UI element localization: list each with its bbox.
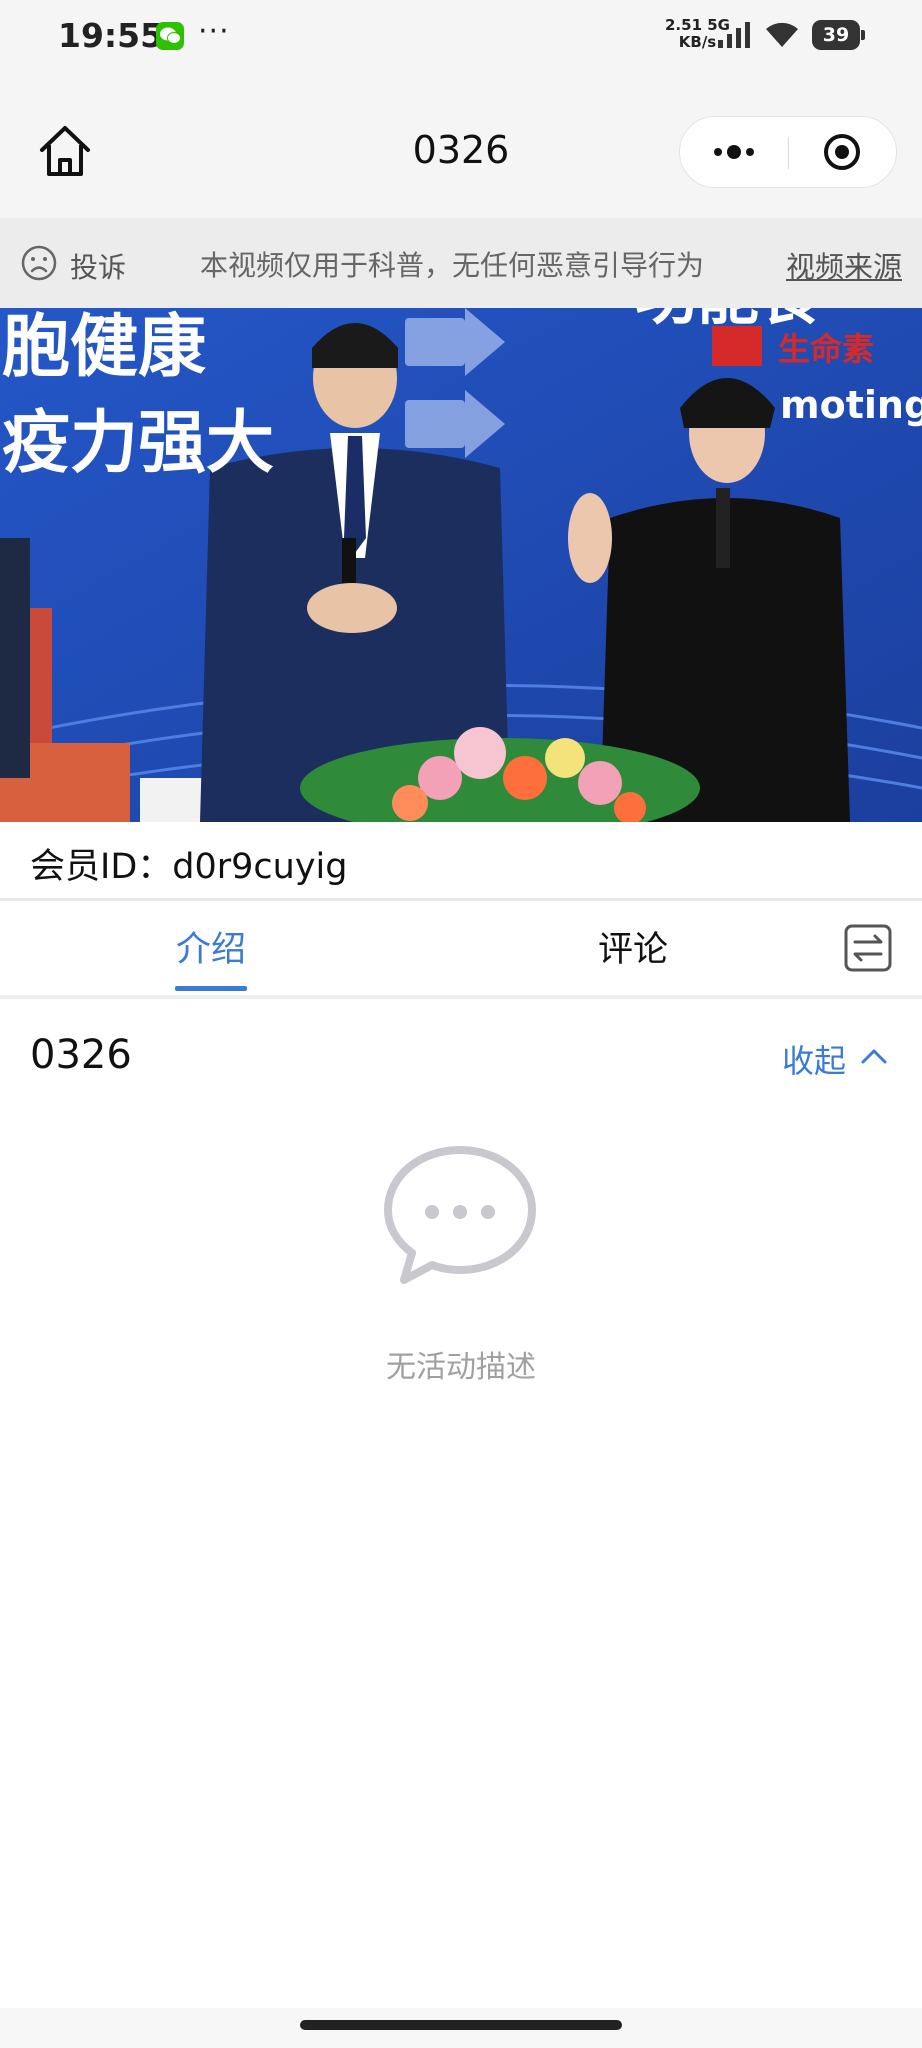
status-bar: 19:55 ··· 2.51 5G KB/s 39 bbox=[0, 0, 922, 72]
banner-left-line1: 胞健康 bbox=[2, 308, 206, 387]
battery-icon: 39 bbox=[812, 20, 865, 50]
chat-bubble-icon bbox=[380, 1140, 540, 1294]
signal-icon bbox=[716, 20, 754, 54]
empty-state-text: 无活动描述 bbox=[386, 1350, 536, 1385]
tab-intro[interactable]: 介绍 bbox=[176, 921, 246, 972]
banner-right-word: moting bbox=[780, 383, 922, 427]
status-more: ··· bbox=[198, 14, 230, 49]
tab-comment[interactable]: 评论 bbox=[598, 921, 668, 972]
tab-bar: 介绍 评论 bbox=[0, 901, 922, 997]
capsule-menu bbox=[679, 116, 897, 188]
brand-text: 生命素 bbox=[778, 330, 874, 368]
complain-label: 投诉 bbox=[70, 251, 127, 284]
complain-button[interactable]: 投诉 bbox=[20, 244, 126, 284]
chevron-up-icon[interactable] bbox=[860, 1046, 888, 1070]
status-time: 19:55 bbox=[58, 16, 164, 55]
notice-bar: 投诉 本视频仅用于科普，无任何恶意引导行为 视频来源 bbox=[0, 218, 922, 308]
intro-title: 0326 bbox=[30, 1032, 132, 1078]
active-tab-indicator bbox=[175, 986, 247, 991]
collapse-button[interactable]: 收起 bbox=[782, 1036, 846, 1082]
sad-face-icon bbox=[21, 245, 57, 281]
home-indicator[interactable] bbox=[300, 2020, 622, 2030]
video-source-link[interactable]: 视频来源 bbox=[786, 244, 902, 286]
banner-left-line2: 疫力强大 bbox=[2, 404, 274, 483]
switch-icon[interactable] bbox=[843, 923, 893, 973]
more-dots-icon[interactable] bbox=[680, 117, 788, 187]
divider bbox=[0, 995, 922, 999]
video-player[interactable]: 胞健康 疫力强大 功能食 生命素 moting bbox=[0, 308, 922, 822]
notice-marquee-text: 本视频仅用于科普，无任何恶意引导行为 bbox=[200, 249, 705, 282]
mini-program-nav-bar: 0326 bbox=[0, 72, 922, 218]
wechat-icon bbox=[156, 22, 184, 50]
close-target-icon[interactable] bbox=[788, 117, 896, 187]
wifi-icon bbox=[762, 19, 802, 55]
member-id: 会员ID：d0r9cuyig bbox=[30, 847, 348, 887]
